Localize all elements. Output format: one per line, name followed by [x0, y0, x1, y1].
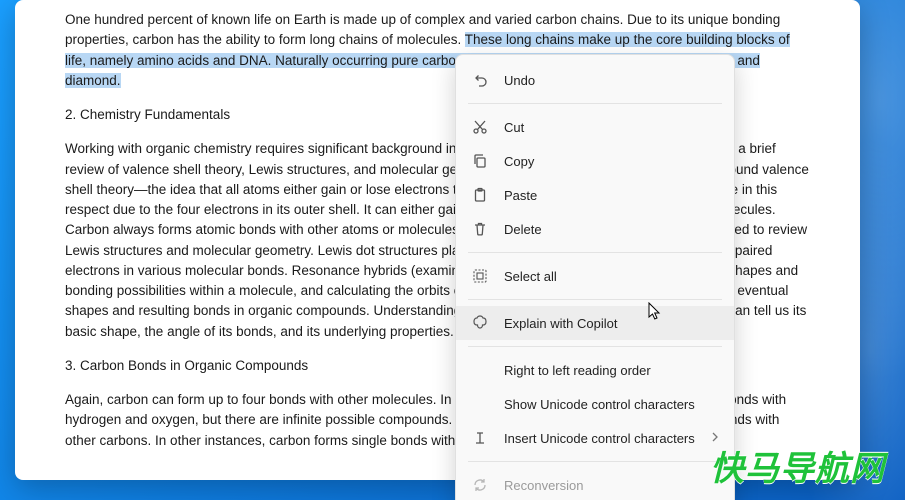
menu-separator: [468, 299, 722, 300]
menu-cut-label: Cut: [504, 120, 720, 135]
undo-icon: [470, 70, 490, 90]
menu-show-unicode[interactable]: Show Unicode control characters: [456, 387, 734, 421]
cut-icon: [470, 117, 490, 137]
menu-delete[interactable]: Delete: [456, 212, 734, 246]
chevron-right-icon: [710, 431, 720, 445]
paste-icon: [470, 185, 490, 205]
menu-insert-unicode-label: Insert Unicode control characters: [504, 431, 704, 446]
menu-explain-copilot[interactable]: Explain with Copilot: [456, 306, 734, 340]
menu-select-all-label: Select all: [504, 269, 720, 284]
menu-reconversion-label: Reconversion: [504, 478, 720, 493]
menu-explain-copilot-label: Explain with Copilot: [504, 316, 720, 331]
menu-paste-label: Paste: [504, 188, 720, 203]
menu-separator: [468, 461, 722, 462]
menu-show-unicode-label: Show Unicode control characters: [504, 397, 720, 412]
menu-separator: [468, 252, 722, 253]
menu-copy-label: Copy: [504, 154, 720, 169]
menu-paste[interactable]: Paste: [456, 178, 734, 212]
menu-select-all[interactable]: Select all: [456, 259, 734, 293]
text-icon: [470, 428, 490, 448]
copy-icon: [470, 151, 490, 171]
menu-reconversion: Reconversion: [456, 468, 734, 500]
delete-icon: [470, 219, 490, 239]
copilot-icon: [470, 313, 490, 333]
context-menu: Undo Cut Copy Paste Delete Select all: [455, 54, 735, 500]
menu-copy[interactable]: Copy: [456, 144, 734, 178]
menu-insert-unicode[interactable]: Insert Unicode control characters: [456, 421, 734, 455]
menu-rtl-order[interactable]: Right to left reading order: [456, 353, 734, 387]
menu-undo-label: Undo: [504, 73, 720, 88]
menu-delete-label: Delete: [504, 222, 720, 237]
menu-cut[interactable]: Cut: [456, 110, 734, 144]
menu-rtl-label: Right to left reading order: [504, 363, 720, 378]
menu-separator: [468, 103, 722, 104]
reconversion-icon: [470, 475, 490, 495]
menu-separator: [468, 346, 722, 347]
menu-undo[interactable]: Undo: [456, 63, 734, 97]
select-all-icon: [470, 266, 490, 286]
